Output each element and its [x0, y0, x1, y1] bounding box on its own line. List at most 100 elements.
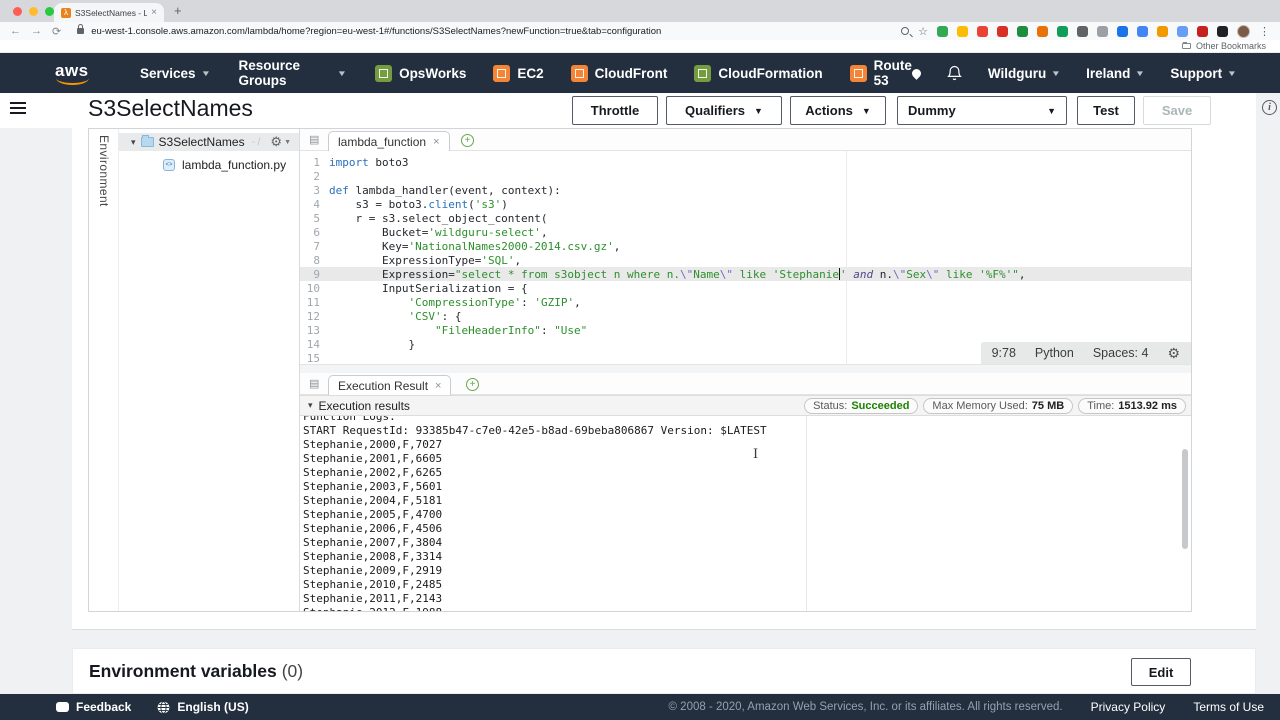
back-icon[interactable]: ←: [10, 25, 21, 37]
code-editor-pane: ▤ lambda_function × + 1import boto323def…: [300, 129, 1191, 364]
code-line: 11 'CompressionType': 'GZIP',: [300, 295, 1191, 309]
throttle-button[interactable]: Throttle: [572, 96, 658, 125]
nav-shortcut-ec2[interactable]: EC2: [493, 65, 543, 82]
environment-tab[interactable]: Environment: [97, 135, 111, 215]
environment-panel-rail[interactable]: Environment: [89, 129, 119, 611]
bookmark-star-icon[interactable]: ☆: [918, 25, 928, 38]
extension-icon[interactable]: [937, 26, 948, 37]
language-selector[interactable]: English (US): [157, 700, 248, 714]
close-window-button[interactable]: [13, 7, 22, 16]
profile-avatar[interactable]: [1237, 25, 1250, 38]
nav-region-menu[interactable]: Ireland ▼: [1086, 66, 1144, 81]
panel-list-icon[interactable]: ▤: [309, 133, 319, 146]
maximize-window-button[interactable]: [45, 7, 54, 16]
collapse-triangle-icon[interactable]: ▾: [308, 400, 313, 411]
cursor-position[interactable]: 9:78: [992, 346, 1016, 360]
tab-close-icon[interactable]: ×: [151, 7, 157, 18]
zoom-icon[interactable]: [901, 27, 909, 35]
extension-icon[interactable]: [1217, 26, 1228, 37]
extension-icon[interactable]: [1157, 26, 1168, 37]
address-bar[interactable]: eu-west-1.console.aws.amazon.com/lambda/…: [91, 26, 661, 37]
other-bookmarks[interactable]: Other Bookmarks: [1196, 41, 1266, 51]
nav-shortcut-cloudformation[interactable]: CloudFormation: [694, 65, 822, 82]
nav-account-menu[interactable]: Wildguru ▼: [988, 66, 1060, 81]
extension-icon[interactable]: [1017, 26, 1028, 37]
execution-results-header: ▾ Execution results Status:SucceededMax …: [300, 395, 1191, 416]
extension-icon[interactable]: [1197, 26, 1208, 37]
language-mode[interactable]: Python: [1035, 346, 1074, 360]
lambda-favicon-icon: λ: [61, 8, 71, 18]
python-file-icon: <>: [163, 159, 175, 171]
extension-icon[interactable]: [1177, 26, 1188, 37]
privacy-policy-link[interactable]: Privacy Policy: [1091, 700, 1166, 714]
nav-shortcut-cloudfront[interactable]: CloudFront: [571, 65, 668, 82]
extension-icon[interactable]: [1037, 26, 1048, 37]
editor-tab[interactable]: lambda_function ×: [328, 131, 450, 151]
extension-icon[interactable]: [997, 26, 1008, 37]
feedback-button[interactable]: Feedback: [56, 700, 131, 714]
browser-menu-icon[interactable]: ⋮: [1259, 25, 1270, 38]
cloud9-ide: Environment ▾ S3SelectNames - / ⚙ ▼ <> l…: [88, 128, 1192, 612]
new-editor-tab-button[interactable]: +: [461, 134, 474, 147]
nav-shortcut-route-53[interactable]: Route 53: [850, 58, 912, 88]
bookmarks-folder-icon: [1182, 43, 1191, 49]
code-editor[interactable]: 1import boto323def lambda_handler(event,…: [300, 151, 1191, 364]
function-logs[interactable]: Function Logs:START RequestId: 93385b47-…: [300, 416, 1191, 611]
test-button[interactable]: Test: [1077, 96, 1135, 125]
extension-icon[interactable]: [1117, 26, 1128, 37]
log-line: Function Logs:: [303, 416, 1191, 424]
pin-icon[interactable]: [910, 67, 923, 80]
log-line: Stephanie,2009,F,2919: [303, 564, 1191, 578]
tab-close-icon[interactable]: ×: [435, 380, 441, 392]
extension-icon[interactable]: [977, 26, 988, 37]
extension-icon[interactable]: [1097, 26, 1108, 37]
extension-icon[interactable]: [1137, 26, 1148, 37]
disclosure-triangle-icon[interactable]: ▾: [131, 137, 136, 148]
extension-icon[interactable]: [1077, 26, 1088, 37]
line-number: 2: [300, 170, 329, 183]
tree-folder-row[interactable]: ▾ S3SelectNames - / ⚙ ▼: [119, 133, 299, 151]
code-line: 8 ExpressionType='SQL',: [300, 253, 1191, 267]
console-footer: Feedback English (US) © 2008 - 2020, Ama…: [0, 694, 1280, 720]
chevron-down-icon: ▼: [862, 106, 871, 116]
lock-icon[interactable]: [77, 28, 84, 34]
new-results-tab-button[interactable]: +: [466, 378, 479, 391]
tab-close-icon[interactable]: ×: [433, 136, 439, 148]
hamburger-menu-icon[interactable]: [10, 102, 26, 117]
pane-divider[interactable]: [300, 364, 1191, 373]
info-icon[interactable]: i: [1262, 100, 1277, 115]
nav-shortcut-opsworks[interactable]: OpsWorks: [375, 65, 466, 82]
log-scrollbar[interactable]: [1182, 449, 1188, 549]
log-line: Stephanie,2011,F,2143: [303, 592, 1191, 606]
environment-variables-title: Environment variables(0): [89, 661, 303, 682]
bookmarks-bar: Other Bookmarks: [0, 40, 1280, 53]
edit-env-vars-button[interactable]: Edit: [1131, 658, 1191, 686]
nav-resource-groups[interactable]: Resource Groups ▼: [238, 58, 346, 88]
actions-button[interactable]: Actions▼: [790, 96, 886, 125]
gear-icon[interactable]: ⚙: [1167, 345, 1180, 362]
forward-icon[interactable]: →: [31, 25, 42, 37]
indent-setting[interactable]: Spaces: 4: [1093, 346, 1149, 360]
tree-file-row[interactable]: <> lambda_function.py: [119, 156, 299, 173]
browser-tab[interactable]: λ S3SelectNames - Lambda ×: [54, 3, 164, 22]
reload-icon[interactable]: ⟳: [52, 25, 61, 38]
new-tab-button[interactable]: +: [174, 3, 182, 18]
line-number: 12: [300, 310, 329, 323]
qualifiers-button[interactable]: Qualifiers▼: [666, 96, 782, 125]
panel-list-icon[interactable]: ▤: [309, 377, 319, 390]
aws-logo[interactable]: aws: [55, 61, 89, 81]
minimize-window-button[interactable]: [29, 7, 38, 16]
terms-of-use-link[interactable]: Terms of Use: [1193, 700, 1264, 714]
tree-settings-button[interactable]: ⚙ ▼: [270, 134, 291, 150]
log-line: Stephanie,2008,F,3314: [303, 550, 1191, 564]
save-button[interactable]: Save: [1143, 96, 1211, 125]
test-event-select[interactable]: Dummy▼: [897, 96, 1067, 125]
extension-icon[interactable]: [1057, 26, 1068, 37]
notifications-bell-icon[interactable]: [947, 65, 962, 81]
window-controls[interactable]: [13, 7, 54, 16]
code-line: 4 s3 = boto3.client('s3'): [300, 197, 1191, 211]
extension-icon[interactable]: [957, 26, 968, 37]
execution-result-tab[interactable]: Execution Result ×: [328, 375, 451, 395]
nav-services[interactable]: Services ▼: [140, 66, 209, 81]
nav-support-menu[interactable]: Support ▼: [1170, 66, 1236, 81]
